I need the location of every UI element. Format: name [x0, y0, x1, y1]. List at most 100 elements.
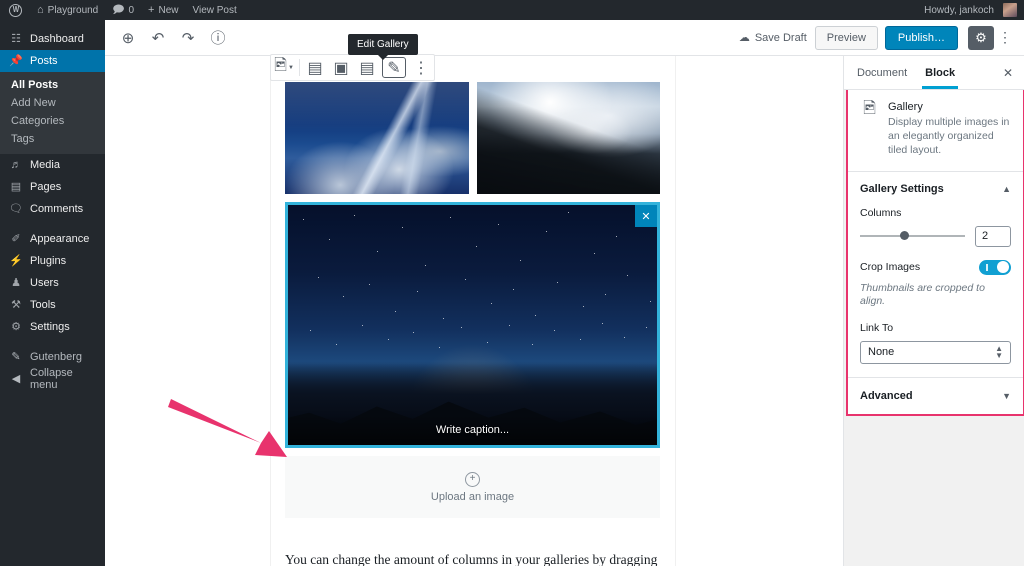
crop-images-toggle[interactable]	[979, 259, 1011, 275]
sidebar-item-tools[interactable]: ⚒ Tools	[0, 294, 105, 316]
add-block-button[interactable]: ⊕	[113, 23, 143, 53]
columns-slider[interactable]	[860, 229, 965, 243]
gallery-settings-header[interactable]: Gallery Settings ▲	[860, 183, 1011, 195]
close-inspector-button[interactable]: ✕	[1003, 66, 1020, 80]
admin-bar: ⌂ Playground 🗩 0 + New View Post Howdy, …	[0, 0, 1024, 20]
content-info-button[interactable]: ⓘ	[203, 23, 233, 53]
toggle-on-bar	[986, 263, 988, 271]
block-card: 🖻 Gallery Display multiple images in an …	[848, 90, 1023, 172]
block-card-description: Display multiple images in an elegantly …	[888, 116, 1010, 157]
select-arrows-icon: ▲ ▼	[995, 344, 1003, 361]
sidebar-item-appearance[interactable]: ✐ Appearance	[0, 228, 105, 250]
sidebar-item-label: Plugins	[30, 255, 67, 267]
columns-control: 2	[860, 225, 1011, 247]
annotation-arrow	[168, 399, 287, 457]
inspector-tabs: Document Block ✕	[844, 56, 1024, 90]
sidebar-item-label: Dashboard	[30, 33, 84, 45]
sidebar-item-comments[interactable]: 🗨 Comments	[0, 198, 105, 220]
info-circle-icon: ⓘ	[210, 30, 226, 47]
remove-image-button[interactable]: ✕	[635, 205, 657, 227]
sidebar-item-gutenberg[interactable]: ✎ Gutenberg	[0, 346, 105, 368]
upload-image-dropzone[interactable]: + Upload an image	[285, 456, 660, 518]
night-sky-photo	[288, 205, 657, 445]
wrench-icon: ⚒	[11, 298, 21, 311]
link-to-select[interactable]: None ▲ ▼	[860, 340, 1011, 364]
admin-sidebar-menu: ☷ Dashboard 📌 Posts All Posts Add New Ca…	[0, 20, 105, 566]
kebab-menu-icon: ⋮	[413, 59, 429, 77]
wordpress-logo-menu[interactable]	[0, 0, 30, 20]
slider-thumb[interactable]	[899, 231, 909, 241]
undo-button[interactable]: ↶	[143, 23, 173, 53]
sidebar-subitem-tags[interactable]: Tags	[0, 130, 105, 148]
sidebar-item-plugins[interactable]: ⚡ Plugins	[0, 250, 105, 272]
plus-circle-icon: ⊕	[121, 29, 135, 47]
close-x-icon: ✕	[641, 210, 651, 223]
view-post-link[interactable]: View Post	[185, 0, 243, 20]
section-title: Gallery Settings	[860, 182, 944, 195]
block-card-title: Gallery	[888, 101, 923, 113]
avatar	[1003, 3, 1017, 17]
comments-menu[interactable]: 🗩 0	[105, 0, 141, 20]
redo-button[interactable]: ↷	[173, 23, 203, 53]
preview-button[interactable]: Preview	[814, 25, 878, 50]
menu-separator	[0, 338, 105, 346]
sidebar-item-users[interactable]: ♟ Users	[0, 272, 105, 294]
chevron-up-icon: ▲	[1002, 183, 1011, 194]
publish-button[interactable]: Publish…	[884, 25, 958, 50]
gallery-image-3-selected[interactable]: ✕ Write caption...	[285, 202, 660, 448]
preview-label: Preview	[826, 31, 866, 44]
new-content-menu[interactable]: + New	[141, 0, 185, 20]
gear-icon: ⚙	[975, 29, 987, 45]
media-icon: ♬	[10, 158, 22, 171]
block-more-options-button[interactable]: ⋮	[408, 55, 434, 80]
save-draft-label: Save Draft	[754, 31, 807, 44]
close-x-icon: ✕	[1002, 65, 1013, 80]
save-draft-button[interactable]: ☁ Save Draft	[731, 25, 815, 51]
columns-value: 2	[982, 230, 989, 243]
more-tools-button[interactable]: ⋮	[994, 26, 1016, 50]
tooltip-label: Edit Gallery	[357, 39, 409, 50]
align-right-button[interactable]: ▤	[354, 55, 380, 80]
sidebar-item-label: Settings	[30, 321, 70, 333]
sidebar-subitem-label: Tags	[11, 133, 35, 145]
align-left-button[interactable]: ▤	[302, 55, 328, 80]
sidebar-item-label: Comments	[30, 203, 84, 215]
gallery-image-1[interactable]	[285, 82, 469, 194]
columns-number-input[interactable]: 2	[975, 225, 1011, 247]
gallery-block[interactable]: ✕ Write caption... + Upload an image	[285, 82, 660, 518]
edit-gallery-button[interactable]: ✎	[382, 57, 406, 78]
sidebar-subitem-label: All Posts	[11, 79, 59, 91]
align-center-button[interactable]: ▣	[328, 55, 354, 80]
sidebar-subitem-all-posts[interactable]: All Posts	[0, 76, 105, 94]
sidebar-subitem-add-new[interactable]: Add New	[0, 94, 105, 112]
sidebar-item-collapse-menu[interactable]: ◀ Collapse menu	[0, 367, 105, 391]
toolbar-divider	[299, 59, 300, 76]
sidebar-item-posts[interactable]: 📌 Posts	[0, 50, 105, 72]
image-caption-input[interactable]: Write caption...	[288, 415, 657, 445]
chevron-down-icon: ▼	[287, 64, 294, 71]
sidebar-item-media[interactable]: ♬ Media	[0, 154, 105, 176]
site-name-menu[interactable]: ⌂ Playground	[30, 0, 105, 20]
block-type-switcher[interactable]: 🖻 ▼	[271, 55, 297, 80]
editor-header: ⊕ ↶ ↷ ⓘ ☁ Save Draft Preview Publish… ⚙ …	[105, 20, 1024, 56]
gallery-icon: 🖻	[274, 57, 287, 74]
tab-label: Document	[857, 66, 908, 79]
pencil-icon: ✎	[11, 350, 21, 363]
gallery-image-2[interactable]	[476, 82, 660, 194]
paragraph-text: You can change the amount of columns in …	[285, 552, 658, 566]
howdy-label: Howdy, jankoch	[924, 4, 994, 16]
sidebar-item-pages[interactable]: ▤ Pages	[0, 176, 105, 198]
sidebar-item-dashboard[interactable]: ☷ Dashboard	[0, 28, 105, 50]
post-paragraph-block[interactable]: You can change the amount of columns in …	[285, 550, 660, 566]
wordpress-logo-icon	[9, 3, 22, 17]
settings-toggle-button[interactable]: ⚙	[968, 25, 994, 50]
tab-block[interactable]: Block	[916, 56, 964, 89]
sidebar-item-settings[interactable]: ⚙ Settings	[0, 316, 105, 338]
advanced-section-header[interactable]: Advanced ▼	[848, 378, 1023, 414]
sidebar-subitem-categories[interactable]: Categories	[0, 112, 105, 130]
tab-document[interactable]: Document	[848, 56, 916, 89]
align-center-icon: ▣	[333, 59, 349, 77]
crop-images-label: Crop Images	[860, 261, 921, 274]
account-menu[interactable]: Howdy, jankoch	[917, 0, 1024, 20]
pin-icon: 📌	[9, 54, 23, 67]
